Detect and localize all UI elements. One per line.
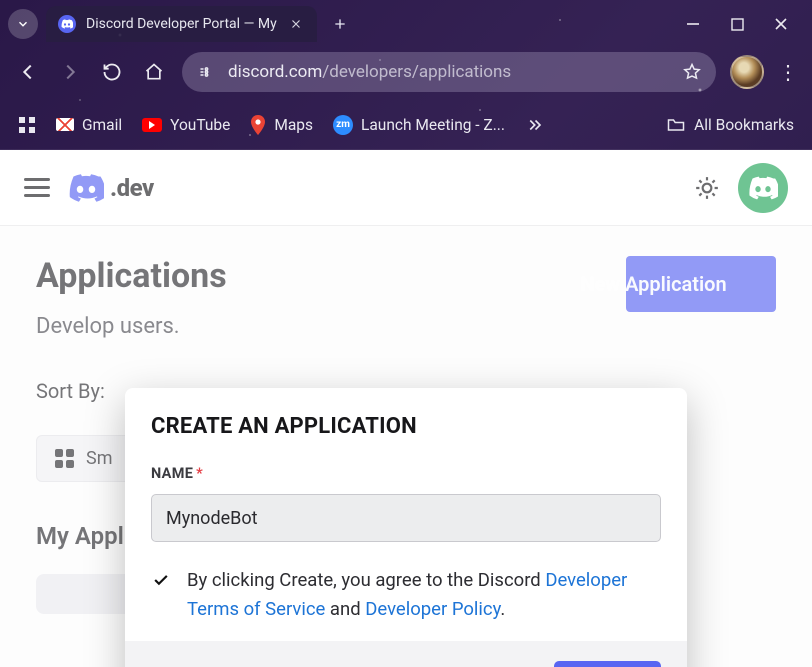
zoom-icon: zm	[333, 115, 353, 135]
bookmark-maps[interactable]: Maps	[250, 115, 313, 135]
browser-toolbar: discord.com/developers/applications ⋮	[0, 44, 812, 100]
bookmark-gmail[interactable]: Gmail	[56, 116, 122, 134]
modal-title: CREATE AN APPLICATION	[151, 414, 661, 439]
window-close-icon[interactable]	[772, 15, 790, 33]
application-name-input[interactable]	[151, 494, 661, 542]
browser-menu-button[interactable]: ⋮	[778, 60, 798, 84]
window-maximize-icon[interactable]	[728, 15, 746, 33]
nav-forward-button	[56, 58, 84, 86]
nav-home-button[interactable]	[140, 58, 168, 86]
gmail-icon	[56, 118, 74, 131]
profile-avatar[interactable]	[730, 55, 764, 89]
bookmark-launch-meeting[interactable]: zm Launch Meeting - Z...	[333, 115, 505, 135]
bookmarks-overflow-button[interactable]	[525, 116, 543, 134]
nav-back-button[interactable]	[14, 58, 42, 86]
create-button[interactable]: Create	[554, 661, 661, 667]
tablist-button[interactable]	[8, 9, 38, 39]
tab-close-icon[interactable]	[287, 15, 305, 33]
url-text: discord.com/developers/applications	[228, 62, 511, 82]
name-label: NAME*	[151, 465, 661, 482]
apps-grid-icon[interactable]	[18, 116, 36, 134]
agreement-text: By clicking Create, you agree to the Dis…	[187, 566, 661, 623]
developer-policy-link[interactable]: Developer Policy	[365, 598, 500, 620]
address-bar[interactable]: discord.com/developers/applications	[182, 52, 716, 92]
site-settings-icon[interactable]	[196, 63, 214, 81]
all-bookmarks-button[interactable]: All Bookmarks	[666, 115, 794, 135]
bookmark-label: Gmail	[82, 116, 122, 134]
discord-favicon	[58, 15, 76, 33]
bookmark-youtube[interactable]: YouTube	[142, 116, 230, 134]
bookmark-label: YouTube	[170, 116, 230, 134]
bookmarks-bar: Gmail YouTube Maps zm Launch Meeting - Z…	[0, 100, 812, 150]
create-application-modal: CREATE AN APPLICATION NAME* By clicking …	[125, 388, 687, 667]
new-tab-button[interactable]	[325, 9, 355, 39]
browser-tab-active[interactable]: Discord Developer Portal — My	[46, 6, 317, 42]
browser-tabstrip: Discord Developer Portal — My	[0, 0, 812, 44]
agreement-checkbox[interactable]	[151, 570, 171, 590]
youtube-icon	[142, 118, 162, 132]
folder-icon	[666, 115, 686, 135]
tab-title: Discord Developer Portal — My	[86, 16, 277, 32]
bookmark-star-icon[interactable]	[682, 62, 702, 82]
window-minimize-icon[interactable]	[684, 15, 702, 33]
bookmark-label: All Bookmarks	[694, 116, 794, 134]
maps-icon	[250, 115, 266, 135]
bookmark-label: Maps	[274, 116, 313, 134]
nav-reload-button[interactable]	[98, 58, 126, 86]
bookmark-label: Launch Meeting - Z...	[361, 116, 505, 134]
